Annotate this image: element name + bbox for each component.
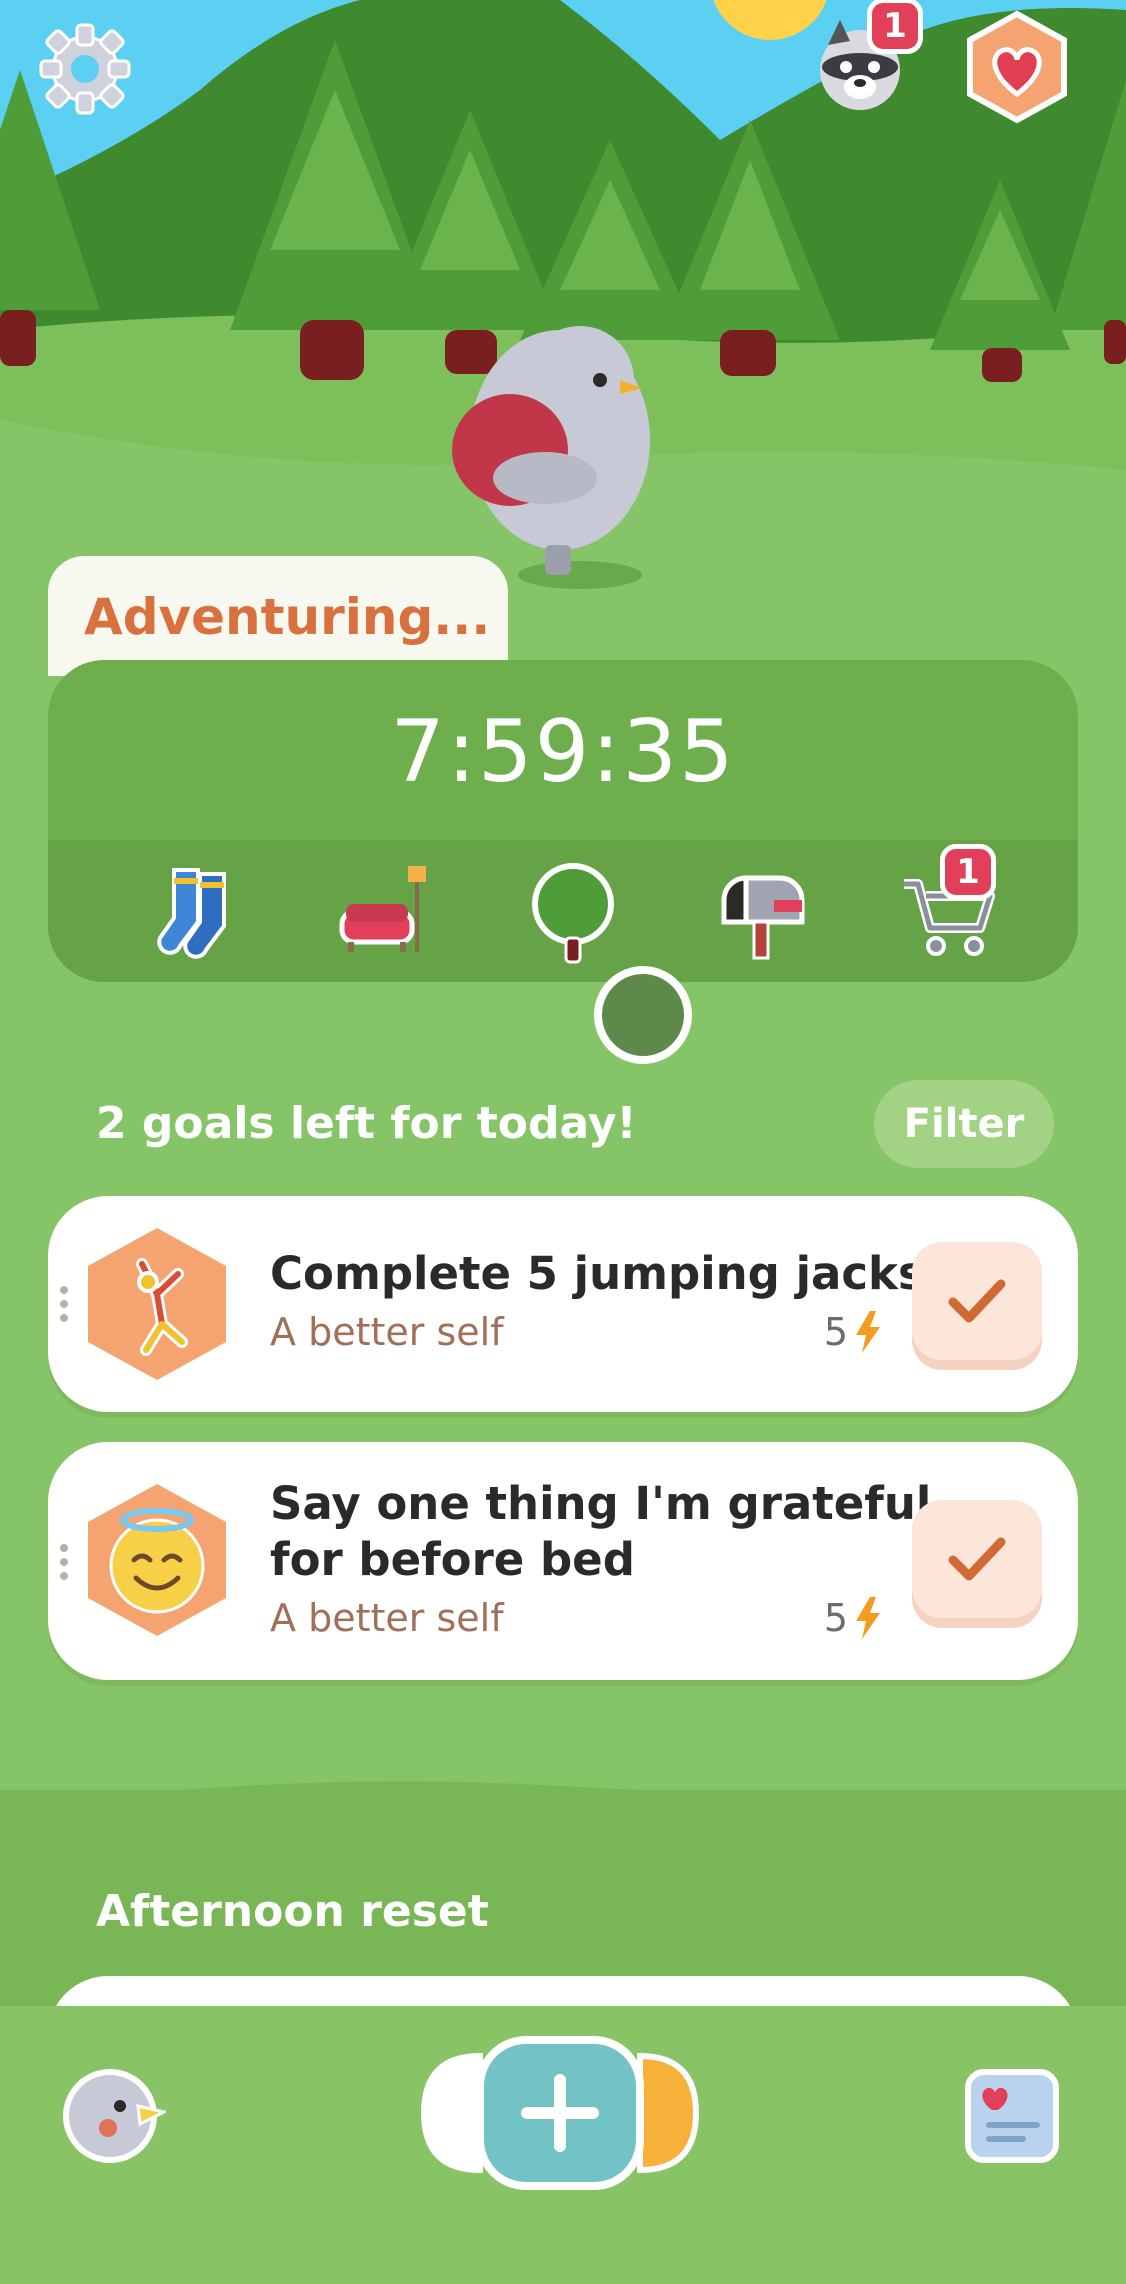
goal-title-line1: Say one thing I'm grateful <box>270 1477 932 1530</box>
drag-handle[interactable] <box>60 1280 72 1328</box>
points-value: 5 <box>823 1310 848 1354</box>
complete-goal-button[interactable] <box>912 1500 1042 1618</box>
journal-button[interactable] <box>962 2066 1062 2166</box>
goal-card[interactable]: Complete 5 jumping jacks A better self 5 <box>48 1196 1078 1412</box>
filter-button[interactable]: Filter <box>874 1080 1054 1168</box>
cart-badge: 1 <box>940 844 996 900</box>
goal-category: A better self <box>270 1310 504 1354</box>
heart-button[interactable] <box>960 10 1074 124</box>
goal-title-line2: for before bed <box>270 1533 635 1586</box>
timer-card: 7:59:35 1 <box>48 660 1078 982</box>
tree-icon[interactable] <box>518 860 628 970</box>
goal-card[interactable]: Say one thing I'm grateful for before be… <box>48 1442 1078 1680</box>
goal-category: A better self <box>270 1596 504 1640</box>
goal-title: Complete 5 jumping jacks <box>270 1247 925 1300</box>
drag-handle[interactable] <box>60 1538 72 1586</box>
complete-goal-button[interactable] <box>912 1242 1042 1360</box>
heart-icon <box>967 10 1067 124</box>
mailbox-icon[interactable] <box>704 860 814 970</box>
forest-scene <box>0 0 1126 640</box>
sofa-icon[interactable] <box>332 860 442 970</box>
points-value: 5 <box>823 1596 848 1640</box>
lightning-icon <box>856 1311 880 1353</box>
friends-button[interactable]: 1 <box>805 0 923 120</box>
goal-points: 5 <box>824 1596 882 1640</box>
halo-smile-icon <box>82 1480 232 1640</box>
plus-icon <box>420 2036 700 2190</box>
add-goal-button[interactable] <box>418 2034 702 2192</box>
gear-icon <box>39 23 131 115</box>
cart-icon[interactable]: 1 <box>894 844 1004 970</box>
checkmark-icon <box>948 1537 1006 1581</box>
friends-badge: 1 <box>867 0 923 54</box>
goals-header: 2 goals left for today! <box>96 1098 637 1149</box>
goal-points: 5 <box>824 1310 882 1354</box>
settings-button[interactable] <box>30 14 140 124</box>
status-tab: Adventuring... <box>48 556 508 676</box>
bottom-nav <box>0 2006 1126 2284</box>
item-tray: 1 <box>48 840 1078 982</box>
status-label: Adventuring... <box>84 588 491 646</box>
profile-button[interactable] <box>60 2066 169 2166</box>
jumping-person-icon <box>82 1224 232 1384</box>
checkmark-icon <box>948 1279 1006 1323</box>
toggle-dot-button[interactable] <box>594 966 692 1064</box>
adventure-timer: 7:59:35 <box>390 702 736 802</box>
lightning-icon <box>856 1597 880 1639</box>
section-title: Afternoon reset <box>96 1886 489 1937</box>
bird-avatar-icon <box>63 2069 169 2163</box>
socks-icon[interactable] <box>144 860 254 970</box>
journal-icon <box>965 2069 1059 2163</box>
